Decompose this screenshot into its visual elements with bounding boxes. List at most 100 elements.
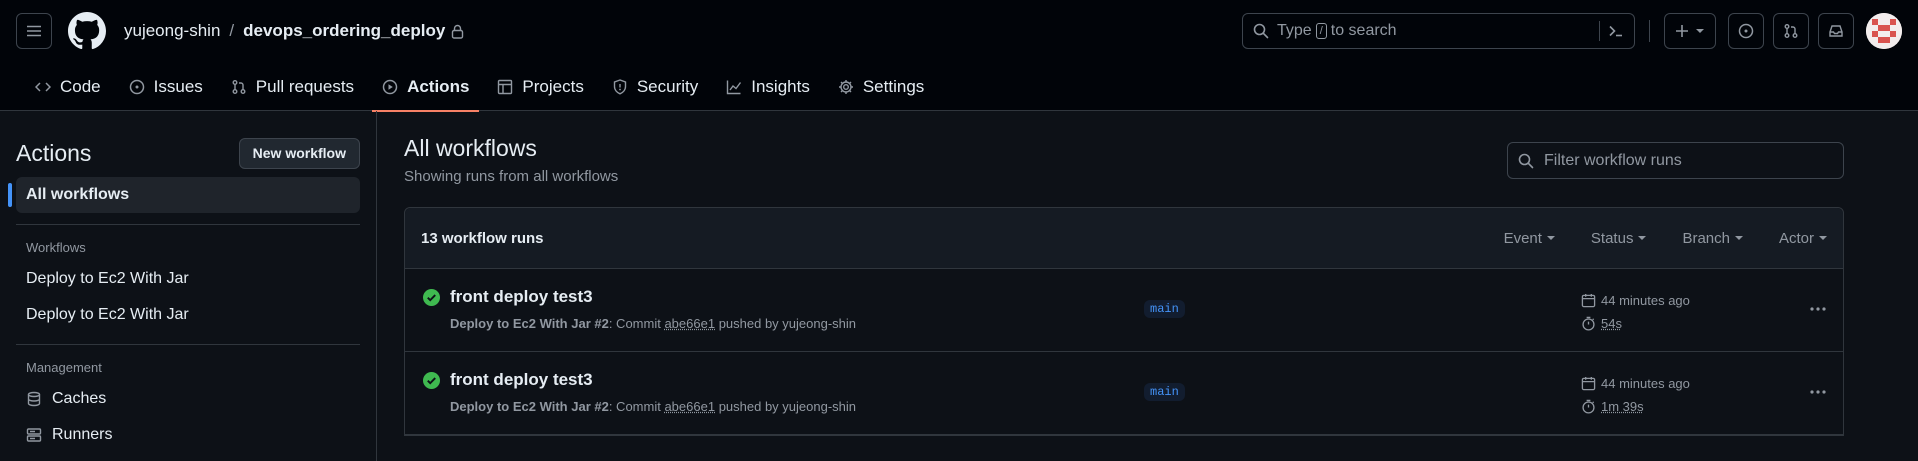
sidebar-title: Actions xyxy=(16,139,92,166)
sidebar-section-management: Management xyxy=(26,359,102,375)
tab-insights[interactable]: Insights xyxy=(716,62,820,111)
calendar-icon xyxy=(1581,376,1596,391)
search-input[interactable]: Type / to search xyxy=(1242,13,1635,49)
run-duration: 1m 39s xyxy=(1601,399,1644,414)
search-divider xyxy=(1599,21,1600,41)
pull-request-icon xyxy=(1784,24,1798,38)
tab-label: Settings xyxy=(862,76,925,96)
run-workflow: Deploy to Ec2 With Jar #2 xyxy=(450,316,609,331)
code-icon xyxy=(35,81,51,92)
command-palette-button[interactable] xyxy=(1599,21,1624,41)
github-logo-icon[interactable] xyxy=(68,12,106,50)
workflow-runs-panel: All workflows Showing runs from all work… xyxy=(377,111,1918,461)
app-header: yujeong-shin / devops_ordering_deploy Ty… xyxy=(0,0,1918,112)
run-meta: Deploy to Ec2 With Jar #2: Commit abe66e… xyxy=(450,316,856,331)
inbox-button[interactable] xyxy=(1818,13,1854,49)
new-workflow-button[interactable]: New workflow xyxy=(238,137,360,169)
tab-label: Issues xyxy=(153,76,203,96)
commit-sha-link[interactable]: abe66e1 xyxy=(664,399,715,414)
filter-placeholder: Filter workflow runs xyxy=(1544,151,1682,169)
run-date: 44 minutes ago xyxy=(1581,372,1690,395)
calendar-icon xyxy=(1581,293,1596,308)
stopwatch-icon xyxy=(1582,399,1595,414)
sidebar-item-caches[interactable]: Caches xyxy=(16,381,360,417)
commit-sha-link[interactable]: abe66e1 xyxy=(664,316,715,331)
table-row: front deploy test3 Deploy to Ec2 With Ja… xyxy=(405,269,1843,352)
kebab-menu-icon[interactable] xyxy=(1809,383,1827,401)
actions-sidebar: Actions New workflow All workflows Workf… xyxy=(0,111,377,461)
breadcrumb-separator: / xyxy=(229,21,235,40)
shield-icon xyxy=(613,78,627,95)
run-timing: 44 minutes ago 54s xyxy=(1581,289,1690,335)
search-suffix: to search xyxy=(1330,22,1397,39)
tab-pull-requests[interactable]: Pull requests xyxy=(221,62,364,111)
kebab-menu-icon[interactable] xyxy=(1809,300,1827,318)
header-actions: Type / to search xyxy=(1242,13,1902,49)
filter-event-dropdown[interactable]: Event xyxy=(1504,230,1555,247)
success-check-icon xyxy=(423,289,440,306)
sidebar-item-workflow[interactable]: Deploy to Ec2 With Jar xyxy=(16,297,360,333)
hamburger-icon xyxy=(27,25,41,37)
sidebar-item-workflow[interactable]: Deploy to Ec2 With Jar xyxy=(16,261,360,297)
avatar[interactable] xyxy=(1866,13,1902,49)
branch-label[interactable]: main xyxy=(1144,300,1185,318)
pull-requests-button[interactable] xyxy=(1773,13,1809,49)
tab-actions[interactable]: Actions xyxy=(372,62,480,112)
breadcrumb-owner[interactable]: yujeong-shin xyxy=(124,21,220,41)
run-commit-prefix: : Commit xyxy=(608,316,665,331)
run-meta: Deploy to Ec2 With Jar #2: Commit abe66e… xyxy=(450,399,856,414)
tab-label: Insights xyxy=(751,76,810,96)
search-prefix: Type xyxy=(1277,22,1312,39)
identicon-icon xyxy=(1866,13,1902,49)
tab-label: Projects xyxy=(522,76,584,96)
breadcrumb-repo[interactable]: devops_ordering_deploy xyxy=(243,21,445,41)
filter-status-dropdown[interactable]: Status xyxy=(1591,230,1647,247)
filter-branch-dropdown[interactable]: Branch xyxy=(1682,230,1743,247)
success-check-icon xyxy=(423,372,440,389)
page-subtitle: Showing runs from all workflows xyxy=(404,168,619,185)
filter-label: Event xyxy=(1503,229,1542,247)
caret-down-icon xyxy=(1734,236,1743,240)
caret-down-icon xyxy=(1819,236,1827,240)
run-duration-line: 54s xyxy=(1581,312,1690,335)
page-title: All workflows xyxy=(404,135,537,161)
table-row: front deploy test3 Deploy to Ec2 With Ja… xyxy=(405,352,1843,435)
main-heading: All workflows Showing runs from all work… xyxy=(404,135,618,185)
search-slash-key: / xyxy=(1315,23,1327,39)
filter-runs-input[interactable]: Filter workflow runs xyxy=(1507,142,1844,179)
sidebar-item-all-workflows[interactable]: All workflows xyxy=(8,177,360,213)
issue-icon xyxy=(129,79,144,94)
tab-settings[interactable]: Settings xyxy=(828,62,934,111)
runs-list-header: 13 workflow runs Event Status Branch Act… xyxy=(405,208,1843,269)
filter-label: Branch xyxy=(1682,229,1730,247)
header-divider xyxy=(1649,20,1650,42)
branch-label[interactable]: main xyxy=(1144,383,1185,401)
run-title-link[interactable]: front deploy test3 xyxy=(450,370,593,390)
tab-label: Actions xyxy=(407,76,470,96)
run-title-link[interactable]: front deploy test3 xyxy=(450,287,593,307)
issues-button[interactable] xyxy=(1728,13,1764,49)
tab-security[interactable]: Security xyxy=(602,62,708,111)
sidebar-item-runners[interactable]: Runners xyxy=(16,417,360,453)
run-duration: 54s xyxy=(1601,316,1622,331)
sidebar-header: Actions New workflow xyxy=(16,135,360,171)
filter-label: Actor xyxy=(1778,229,1814,247)
terminal-icon xyxy=(1609,25,1622,37)
tab-issues[interactable]: Issues xyxy=(119,62,213,111)
create-new-button[interactable] xyxy=(1664,13,1716,49)
run-pushed-by: pushed by yujeong-shin xyxy=(715,316,857,331)
table-icon xyxy=(498,79,513,94)
run-time-ago: 44 minutes ago xyxy=(1601,376,1690,391)
repo-tabs: Code Issues Pull requests Actions Projec… xyxy=(0,62,1918,112)
tab-projects[interactable]: Projects xyxy=(487,62,593,111)
search-icon xyxy=(1253,23,1269,39)
run-count: 13 workflow runs xyxy=(421,229,544,247)
filter-actor-dropdown[interactable]: Actor xyxy=(1779,230,1827,247)
sidebar-divider xyxy=(16,224,360,225)
menu-button[interactable] xyxy=(16,13,52,49)
run-timing: 44 minutes ago 1m 39s xyxy=(1581,372,1690,418)
database-icon xyxy=(27,391,41,407)
search-icon xyxy=(1518,153,1534,168)
tab-code[interactable]: Code xyxy=(25,62,111,111)
caret-down-icon xyxy=(1546,236,1555,240)
